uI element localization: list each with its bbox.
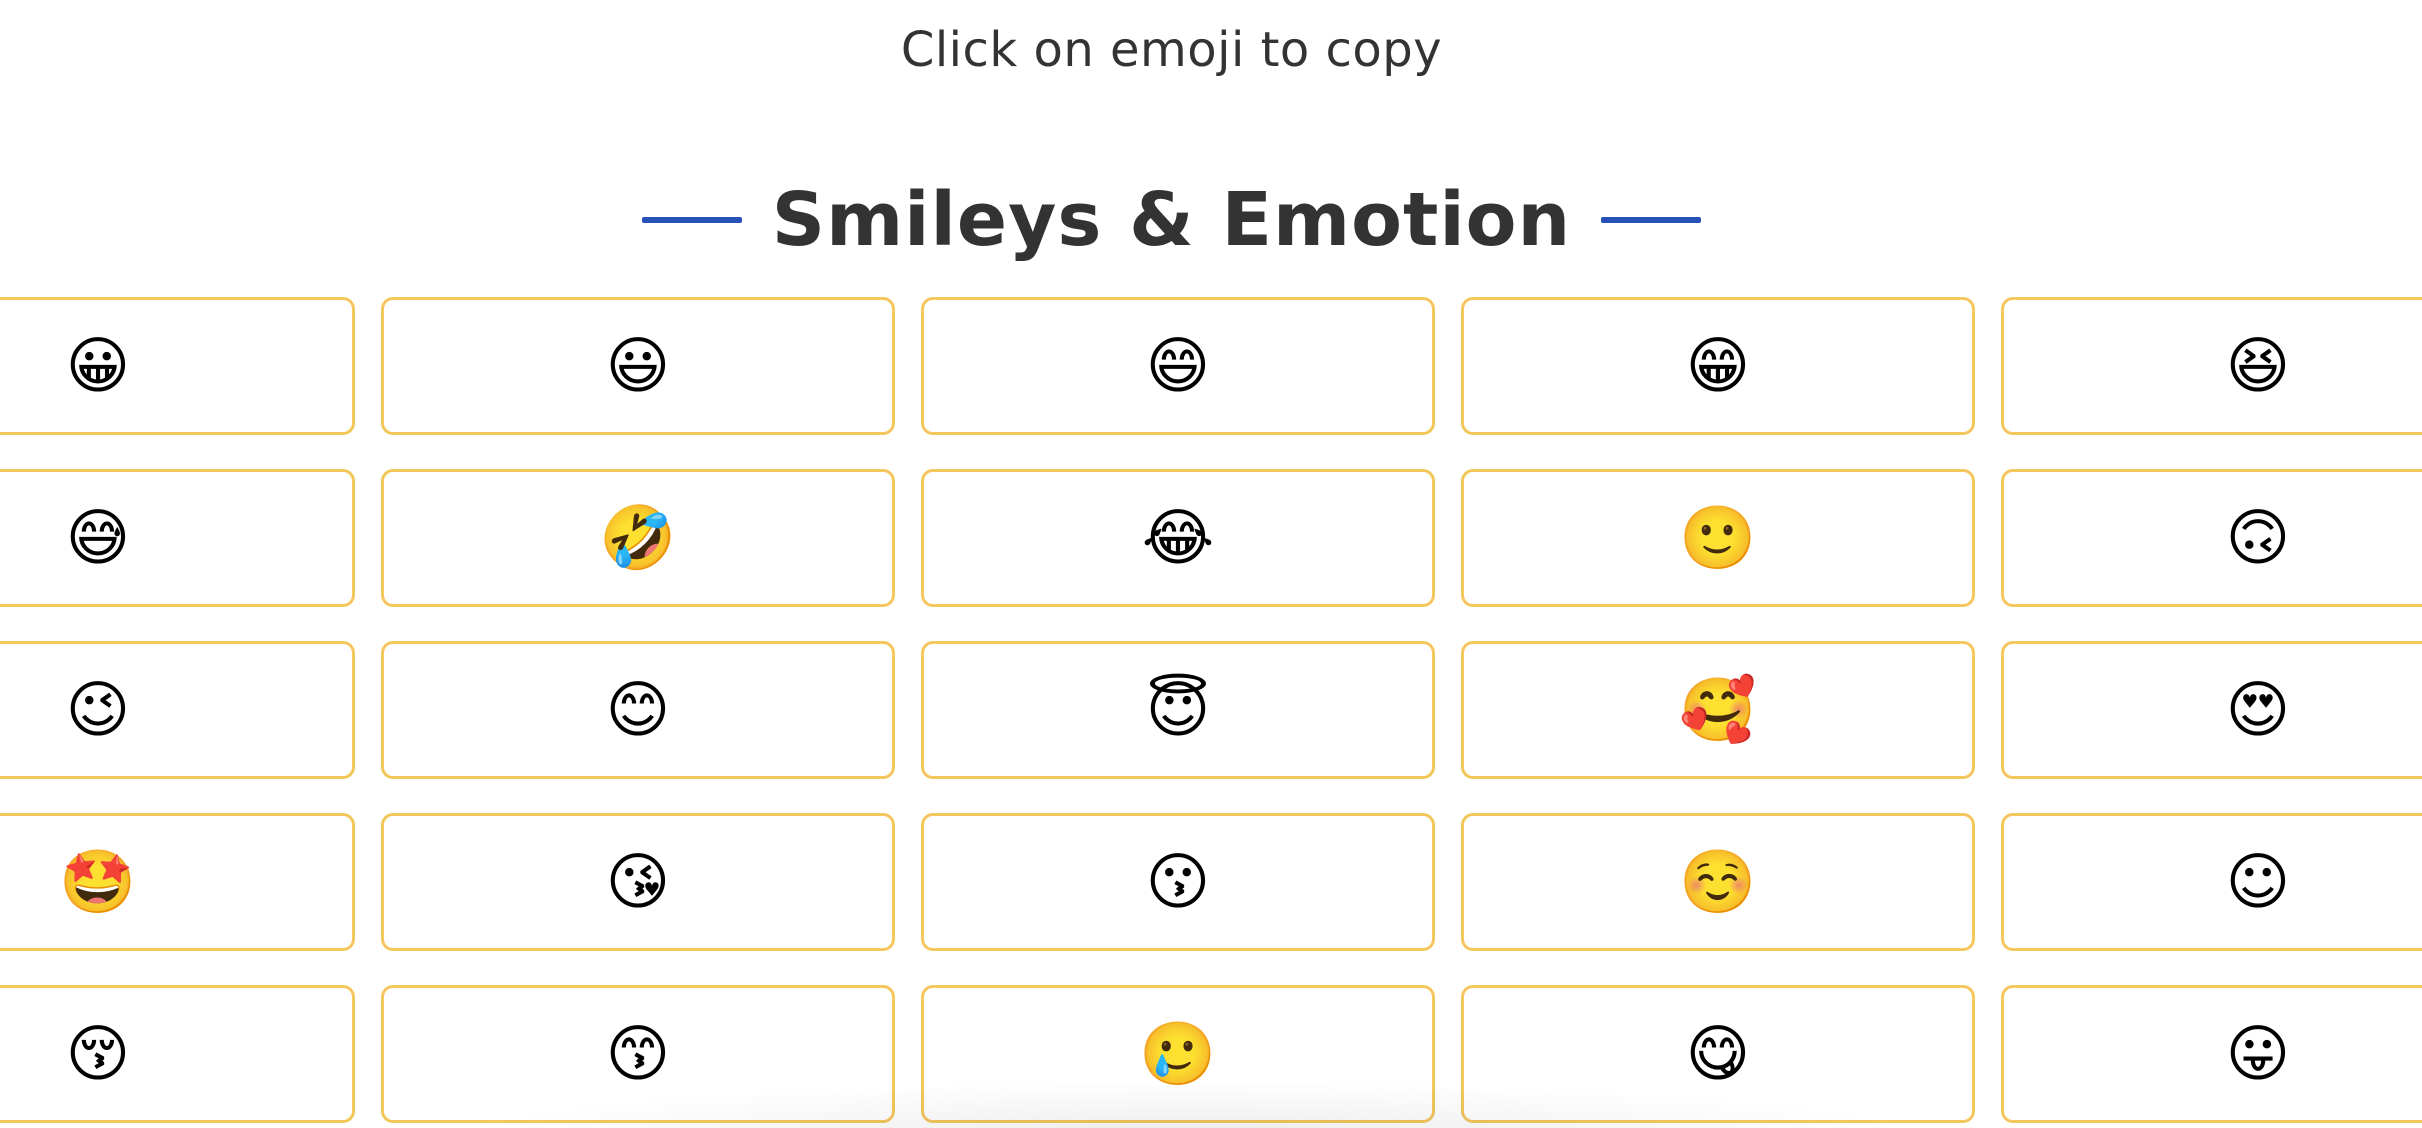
emoji-tile-smiling-face-with-smiling-eyes[interactable]: 😊 xyxy=(381,641,895,779)
emoji-tile-smiling-face[interactable]: ☺️ xyxy=(1461,813,1975,951)
emoji-tile-grinning-face[interactable]: 😀 xyxy=(0,297,355,435)
section-title: Smileys & Emotion xyxy=(771,177,1572,263)
face-savoring-food-emoji: 😋 xyxy=(1685,1017,1751,1090)
slightly-smiling-face-emoji: 🙂 xyxy=(1679,501,1757,574)
rolling-on-the-floor-laughing-emoji: 🤣 xyxy=(599,501,677,574)
emoji-tile-face-savoring-food[interactable]: 😋 xyxy=(1461,985,1975,1123)
emoji-tile-smiling-face-with-heart-eyes[interactable]: 😍 xyxy=(2001,641,2422,779)
kissing-face-emoji: 😗 xyxy=(1145,845,1211,918)
face-with-tongue-emoji: 😛 xyxy=(2225,1017,2291,1090)
header-line-right xyxy=(1601,217,1702,223)
section-header: Smileys & Emotion xyxy=(0,170,2343,270)
emoji-tile-face-blowing-a-kiss[interactable]: 😘 xyxy=(381,813,895,951)
emoji-tile-smiling-face-with-halo[interactable]: 😇 xyxy=(921,641,1435,779)
emoji-tile-beaming-face-with-smiling-eyes[interactable]: 😁 xyxy=(1461,297,1975,435)
beaming-face-with-smiling-eyes-emoji: 😁 xyxy=(1685,329,1751,402)
emoji-copy-page: Click on emoji to copy Smileys & Emotion… xyxy=(0,0,2422,1128)
emoji-tile-slightly-smiling-face[interactable]: 🙂 xyxy=(1461,469,1975,607)
grinning-face-with-sweat-emoji: 😅 xyxy=(65,501,131,574)
smiling-face-with-halo-emoji: 😇 xyxy=(1145,673,1211,746)
face-blowing-a-kiss-emoji: 😘 xyxy=(605,845,671,918)
emoji-grid: 😀 😃 😄 😁 😆 😅 🤣 😂 🙂 🙃 😉 😊 😇 🥰 😍 🤩 😘 😗 ☺️ ☺ 😚 😙 🥲 😋 😛 xyxy=(0,297,2422,1123)
winking-face-emoji: 😉 xyxy=(65,673,131,746)
emoji-tile-kissing-face[interactable]: 😗 xyxy=(921,813,1435,951)
smiling-face-with-tear-emoji: 🥲 xyxy=(1139,1017,1217,1090)
emoji-tile-face-with-tongue[interactable]: 😛 xyxy=(2001,985,2422,1123)
smiling-face-text-emoji: ☺ xyxy=(2225,845,2291,918)
kissing-face-with-closed-eyes-emoji: 😚 xyxy=(65,1017,131,1090)
grinning-face-with-smiling-eyes-emoji: 😄 xyxy=(1145,329,1211,402)
emoji-tile-face-with-tears-of-joy[interactable]: 😂 xyxy=(921,469,1435,607)
header-line-left xyxy=(641,217,742,223)
instruction-text: Click on emoji to copy xyxy=(900,22,1443,78)
smiling-face-with-hearts-emoji: 🥰 xyxy=(1679,673,1757,746)
emoji-tile-rolling-on-the-floor-laughing[interactable]: 🤣 xyxy=(381,469,895,607)
face-with-tears-of-joy-emoji: 😂 xyxy=(1141,501,1215,574)
smiling-face-emoji: ☺️ xyxy=(1679,845,1757,918)
emoji-tile-grinning-squinting-face[interactable]: 😆 xyxy=(2001,297,2422,435)
grinning-face-emoji: 😀 xyxy=(65,329,131,402)
emoji-tile-smiling-face-with-hearts[interactable]: 🥰 xyxy=(1461,641,1975,779)
emoji-tile-upside-down-face[interactable]: 🙃 xyxy=(2001,469,2422,607)
emoji-tile-winking-face[interactable]: 😉 xyxy=(0,641,355,779)
upside-down-face-emoji: 🙃 xyxy=(2225,501,2291,574)
emoji-tile-grinning-face-with-sweat[interactable]: 😅 xyxy=(0,469,355,607)
kissing-face-with-smiling-eyes-emoji: 😙 xyxy=(605,1017,671,1090)
grinning-squinting-face-emoji: 😆 xyxy=(2225,329,2291,402)
star-struck-emoji: 🤩 xyxy=(59,845,137,918)
smiling-face-with-heart-eyes-emoji: 😍 xyxy=(2225,673,2291,746)
smiling-face-with-smiling-eyes-emoji: 😊 xyxy=(605,673,671,746)
emoji-tile-kissing-face-with-smiling-eyes[interactable]: 😙 xyxy=(381,985,895,1123)
grinning-face-with-big-eyes-emoji: 😃 xyxy=(605,329,671,402)
emoji-tile-grinning-face-with-big-eyes[interactable]: 😃 xyxy=(381,297,895,435)
emoji-tile-smiling-face-with-tear[interactable]: 🥲 xyxy=(921,985,1435,1123)
emoji-tile-kissing-face-with-closed-eyes[interactable]: 😚 xyxy=(0,985,355,1123)
emoji-tile-star-struck[interactable]: 🤩 xyxy=(0,813,355,951)
emoji-tile-grinning-face-with-smiling-eyes[interactable]: 😄 xyxy=(921,297,1435,435)
emoji-tile-smiling-face-text[interactable]: ☺ xyxy=(2001,813,2422,951)
